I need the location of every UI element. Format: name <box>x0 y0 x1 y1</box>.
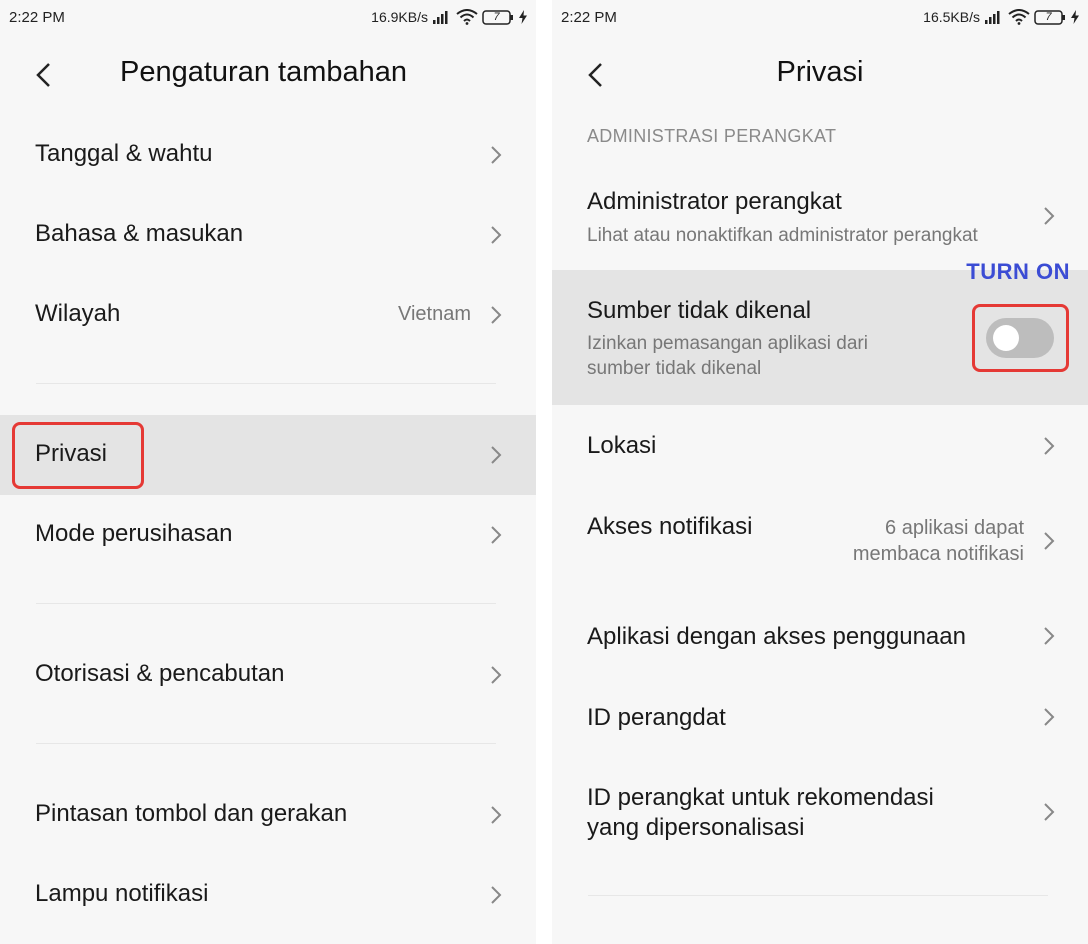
battery-icon: 7 <box>1034 9 1066 25</box>
menu-item-personalized-ads-id[interactable]: ID perangkat untuk rekomendasi yang dipe… <box>552 759 1088 869</box>
menu-item-device-id[interactable]: ID perangdat <box>552 677 1088 759</box>
menu-item-label: ID perangdat <box>587 704 726 731</box>
menu-item-label: Wilayah <box>35 300 121 327</box>
notification-access-desc: membaca notifikasi <box>852 543 1024 565</box>
wifi-icon <box>1008 9 1030 25</box>
menu-item-label: Aplikasi dengan akses penggunaan <box>587 623 966 650</box>
menu-item-device-admin[interactable]: Administrator perangkat Lihat atau nonak… <box>552 168 1088 270</box>
notification-access-count: 6 aplikasi dapat <box>885 517 1024 539</box>
chevron-right-icon <box>491 886 502 904</box>
header: Pengaturan tambahan <box>0 48 536 104</box>
chevron-right-icon <box>1044 207 1055 225</box>
battery-level: 7 <box>493 10 500 23</box>
menu-item-label: Pintasan tombol dan gerakan <box>35 800 348 827</box>
status-time: 2:22 PM <box>9 9 65 26</box>
menu-item-region[interactable]: Wilayah Vietnam <box>0 275 536 355</box>
menu-item-date-time[interactable]: Tanggal & wahtu <box>0 115 536 195</box>
menu-item-subtitle: Lihat atau nonaktifkan administrator per… <box>587 225 978 246</box>
menu-item-label: Lampu notifikasi <box>35 880 209 907</box>
chevron-right-icon <box>1044 708 1055 726</box>
menu-item-usage-access[interactable]: Aplikasi dengan akses penggunaan <box>552 595 1088 677</box>
menu-item-button-shortcuts[interactable]: Pintasan tombol dan gerakan <box>0 775 536 855</box>
section-header: ADMINISTRASI PERANGKAT <box>587 126 837 146</box>
annotation-label: TURN ON <box>966 259 1070 284</box>
chevron-right-icon <box>1044 437 1055 455</box>
header: Privasi <box>552 48 1088 104</box>
privacy-screen: 2:22 PM 16.5KB/s 7 Privasi ADMINISTRASI … <box>552 0 1088 944</box>
status-bar: 2:22 PM 16.5KB/s 7 <box>552 0 1088 34</box>
menu-item-subtitle: sumber tidak dikenal <box>587 358 762 379</box>
charging-icon <box>519 10 527 24</box>
menu-item-label: Akses notifikasi <box>587 513 753 540</box>
chevron-right-icon <box>491 306 502 324</box>
status-indicators: 16.5KB/s 7 <box>923 9 1080 25</box>
menu-item-label: yang dipersonalisasi <box>587 814 805 841</box>
menu-item-label: Lokasi <box>587 432 657 459</box>
divider <box>36 603 496 604</box>
chevron-right-icon <box>491 446 502 464</box>
menu-item-privacy[interactable]: Privasi <box>0 415 536 495</box>
menu-item-label: Privasi <box>35 440 108 467</box>
menu-item-subtitle: Izinkan pemasangan aplikasi dari <box>587 333 868 354</box>
menu-item-label: ID perangkat untuk rekomendasi <box>587 784 934 811</box>
back-arrow-icon[interactable] <box>30 60 60 90</box>
chevron-right-icon <box>491 146 502 164</box>
divider <box>36 743 496 744</box>
status-time: 2:22 PM <box>561 9 617 26</box>
menu-item-notification-light[interactable]: Lampu notifikasi <box>0 855 536 935</box>
unknown-sources-toggle[interactable] <box>986 318 1054 358</box>
menu-item-label: Bahasa & masukan <box>35 220 244 247</box>
chevron-right-icon <box>1044 532 1055 550</box>
signal-icon <box>433 11 448 24</box>
chevron-right-icon <box>1044 627 1055 645</box>
settings-screen-additional: 2:22 PM 16.9KB/s 7 Pengaturan tambahan T… <box>0 0 536 944</box>
page-title: Privasi <box>776 56 864 88</box>
menu-item-location[interactable]: Lokasi <box>552 405 1088 487</box>
wifi-icon <box>456 9 478 25</box>
region-value: Vietnam <box>397 303 471 325</box>
chevron-right-icon <box>491 526 502 544</box>
menu-item-label: Mode perusihasan <box>35 520 233 547</box>
charging-icon <box>1071 10 1079 24</box>
chevron-right-icon <box>491 806 502 824</box>
status-indicators: 16.9KB/s 7 <box>371 9 528 25</box>
battery-level: 7 <box>1045 10 1052 23</box>
menu-item-enterprise-mode[interactable]: Mode perusihasan <box>0 495 536 575</box>
page-title: Pengaturan tambahan <box>120 56 407 88</box>
menu-item-label: Tanggal & wahtu <box>35 140 213 167</box>
network-speed: 16.9KB/s <box>371 9 428 25</box>
chevron-right-icon <box>491 666 502 684</box>
signal-icon <box>985 11 1000 24</box>
divider <box>588 895 1048 896</box>
chevron-right-icon <box>491 226 502 244</box>
menu-item-language-input[interactable]: Bahasa & masukan <box>0 195 536 275</box>
menu-item-authorization[interactable]: Otorisasi & pencabutan <box>0 635 536 715</box>
toggle-knob <box>993 325 1019 351</box>
menu-item-label: Sumber tidak dikenal <box>587 297 812 324</box>
menu-item-label: Otorisasi & pencabutan <box>35 660 285 687</box>
chevron-right-icon <box>1044 803 1055 821</box>
battery-icon: 7 <box>482 9 514 25</box>
divider <box>36 383 496 384</box>
status-bar: 2:22 PM 16.9KB/s 7 <box>0 0 536 34</box>
menu-item-label: Administrator perangkat <box>587 188 842 215</box>
network-speed: 16.5KB/s <box>923 9 980 25</box>
menu-item-notification-access[interactable]: Akses notifikasi 6 aplikasi dapat membac… <box>552 487 1088 595</box>
